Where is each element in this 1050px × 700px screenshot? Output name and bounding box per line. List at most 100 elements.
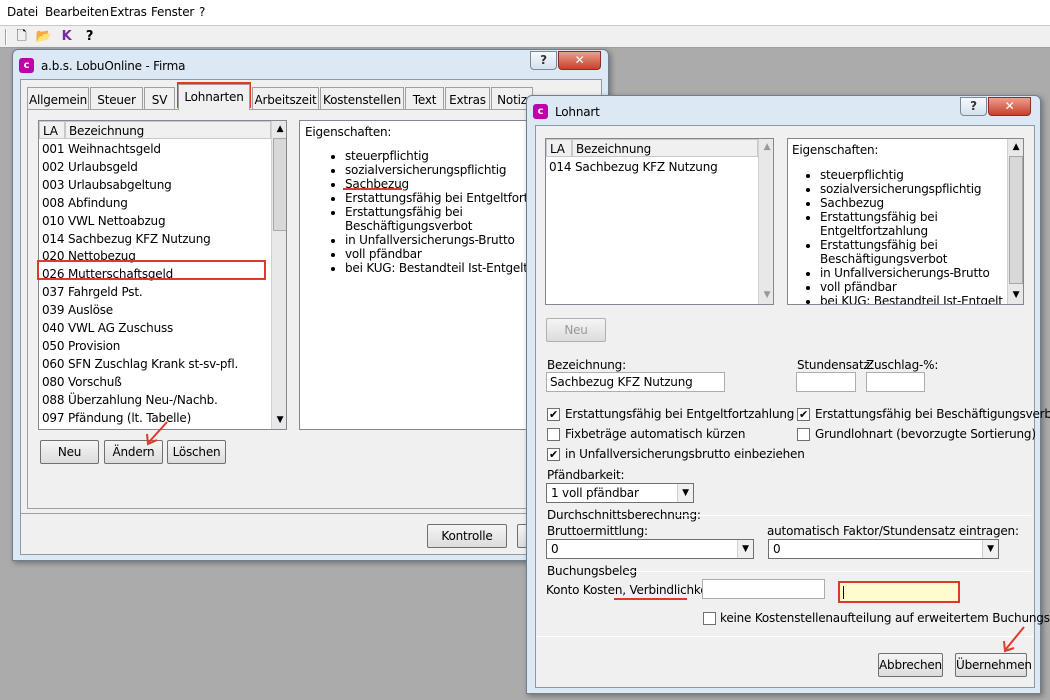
props-scrollbar[interactable]: ▲ ▼	[1007, 139, 1023, 304]
property-item: Erstattungsfähig beiBeschäftigungsverbot	[820, 238, 1010, 266]
chevron-down-icon[interactable]: ▼	[737, 540, 753, 558]
check-k-icon[interactable]: K	[58, 29, 75, 45]
scroll-thumb[interactable]	[1009, 156, 1023, 284]
list-item[interactable]: 014 Sachbezug KFZ Nutzung	[39, 232, 271, 250]
col-header-la[interactable]: LA	[546, 139, 572, 157]
help-button[interactable]: ?	[960, 97, 987, 116]
properties-label: Eigenschaften:	[305, 125, 392, 139]
firma-titlebar[interactable]: c a.b.s. LobuOnline - Firma ? ✕	[13, 50, 608, 80]
red-arrow-uebernehmen	[1003, 626, 1025, 653]
scroll-up-icon[interactable]: ▲	[759, 139, 773, 155]
neu-button[interactable]: Neu	[546, 318, 606, 342]
list-item[interactable]: 040 VWL AG Zuschuss	[39, 321, 271, 339]
bruttoermittlung-select[interactable]: 0 ▼	[546, 539, 754, 559]
scroll-down-icon[interactable]: ▼	[1008, 287, 1023, 303]
scroll-thumb[interactable]	[273, 138, 286, 231]
besch-checkbox[interactable]: ✔	[797, 408, 810, 421]
faktor-select[interactable]: 0 ▼	[768, 539, 999, 559]
scroll-down-icon[interactable]: ▼	[759, 287, 773, 303]
col-header-la[interactable]: LA	[39, 121, 65, 139]
tab-extras[interactable]: Extras	[445, 87, 490, 109]
list-item[interactable]: 088 Überzahlung Neu-/Nachb.	[39, 393, 271, 411]
property-item: Erstattungsfähig beiEntgeltfortzahlung	[820, 210, 1010, 238]
tab-sv[interactable]: SV	[144, 87, 175, 109]
zuschlag-input[interactable]	[866, 372, 925, 392]
menu-fenster[interactable]: Fenster	[151, 5, 194, 19]
chevron-down-icon[interactable]: ▼	[982, 540, 998, 558]
new-document-icon[interactable]: 🗋	[13, 29, 30, 45]
kontrolle-button[interactable]: Kontrolle	[427, 524, 507, 548]
stundensatz-input[interactable]	[796, 372, 856, 392]
menu-datei[interactable]: Datei	[7, 5, 38, 19]
app-icon: c	[19, 58, 34, 73]
tab-allgemein[interactable]: Allgemein	[27, 87, 89, 109]
kostenstellen-checkbox[interactable]	[703, 612, 716, 625]
tab-steuer[interactable]: Steuer	[90, 87, 143, 109]
list-item[interactable]: 080 Vorschuß	[39, 375, 271, 393]
col-header-bezeichnung[interactable]: Bezeichnung	[572, 139, 758, 157]
list-item[interactable]: 014 Sachbezug KFZ Nutzung	[546, 160, 758, 178]
list-item[interactable]: 039 Auslöse	[39, 303, 271, 321]
scroll-up-icon[interactable]: ▲	[1008, 139, 1023, 155]
verbindlichkeit-input[interactable]	[838, 581, 960, 603]
close-button[interactable]: ✕	[988, 97, 1031, 116]
grund-label: Grundlohnart (bevorzugte Sortierung)	[815, 427, 1036, 441]
list-item[interactable]: 037 Fahrgeld Pst.	[39, 285, 271, 303]
pfaendbarkeit-select[interactable]: 1 voll pfändbar ▼	[546, 483, 694, 503]
list-item[interactable]: 002 Urlaubsgeld	[39, 160, 271, 178]
lohnart-window: c Lohnart ? ✕ LA Bezeichnung 014 Sachbez…	[526, 95, 1050, 694]
menu-help[interactable]: ?	[199, 5, 205, 19]
text-cursor	[843, 586, 844, 599]
loeschen-button[interactable]: Löschen	[167, 440, 226, 464]
list-item[interactable]: 008 Abfindung	[39, 196, 271, 214]
tab-text[interactable]: Text	[405, 87, 444, 109]
app-icon: c	[533, 104, 548, 119]
neu-button[interactable]: Neu	[40, 440, 99, 464]
entgelt-checkbox[interactable]: ✔	[547, 408, 560, 421]
konto-kosten-input[interactable]	[702, 579, 825, 599]
fix-checkbox[interactable]	[547, 428, 560, 441]
chevron-down-icon[interactable]: ▼	[677, 484, 693, 502]
property-item: in Unfallversicherungs-Brutto	[820, 266, 1010, 280]
close-button[interactable]: ✕	[558, 51, 601, 70]
help-pointer-icon[interactable]: ?	[81, 29, 98, 45]
tab-arbeitszeit[interactable]: Arbeitszeit	[252, 87, 319, 109]
list-item[interactable]: 010 VWL Nettoabzug	[39, 214, 271, 232]
list-item[interactable]: 003 Urlaubsabgeltung	[39, 178, 271, 196]
list-scrollbar[interactable]: ▲ ▼	[271, 121, 286, 429]
property-item: steuerpflichtig	[820, 168, 1010, 182]
bruttoermittlung-label: Bruttoermittlung:	[547, 524, 648, 538]
bezeichnung-input[interactable]: Sachbezug KFZ Nutzung	[546, 372, 725, 392]
scroll-up-icon[interactable]: ▲	[272, 121, 286, 137]
toolbar: 🗋 📂 K ?	[0, 26, 1050, 48]
lohnart-client: LA Bezeichnung 014 Sachbezug KFZ Nutzung…	[535, 125, 1050, 688]
lohnart-detail-list[interactable]: LA Bezeichnung 014 Sachbezug KFZ Nutzung…	[545, 138, 774, 305]
open-folder-icon[interactable]: 📂	[35, 29, 52, 45]
list-scrollbar[interactable]: ▲ ▼	[758, 139, 773, 304]
fix-label: Fixbeträge automatisch kürzen	[565, 427, 746, 441]
tab-lohnarten[interactable]: Lohnarten	[178, 84, 250, 110]
konto-label: Konto Kosten, Verbindlichkeit:	[546, 583, 719, 597]
list-item[interactable]: 060 SFN Zuschlag Krank st-sv-pfl.	[39, 357, 271, 375]
menu-extras[interactable]: Extras	[110, 5, 147, 19]
grund-checkbox[interactable]	[797, 428, 810, 441]
help-button[interactable]: ?	[530, 51, 557, 70]
col-header-bezeichnung[interactable]: Bezeichnung	[65, 121, 271, 139]
stundensatz-label: Stundensatz:	[797, 358, 874, 372]
list-item[interactable]: 001 Weihnachtsgeld	[39, 142, 271, 160]
list-item[interactable]: 050 Provision	[39, 339, 271, 357]
abbrechen-button[interactable]: Abbrechen	[878, 653, 943, 677]
properties-box: Eigenschaften: steuerpflichtigsozialvers…	[787, 138, 1024, 305]
tab-kostenstellen[interactable]: Kostenstellen	[320, 87, 404, 109]
property-item: voll pfändbar	[820, 280, 1010, 294]
property-item: sozialversicherungspflichtig	[820, 182, 1010, 196]
unfall-checkbox[interactable]: ✔	[547, 448, 560, 461]
toolbar-grip	[5, 29, 7, 45]
bezeichnung-label: Bezeichnung:	[547, 358, 626, 372]
faktor-label: automatisch Faktor/Stundensatz eintragen…	[767, 524, 1019, 538]
menu-bearbeiten[interactable]: Bearbeiten	[45, 5, 109, 19]
entgelt-label: Erstattungsfähig bei Entgeltfortzahlung	[565, 407, 795, 421]
footer-divider	[21, 513, 601, 514]
scroll-down-icon[interactable]: ▼	[272, 412, 286, 428]
lohnart-titlebar[interactable]: c Lohnart ? ✕	[527, 96, 1040, 126]
